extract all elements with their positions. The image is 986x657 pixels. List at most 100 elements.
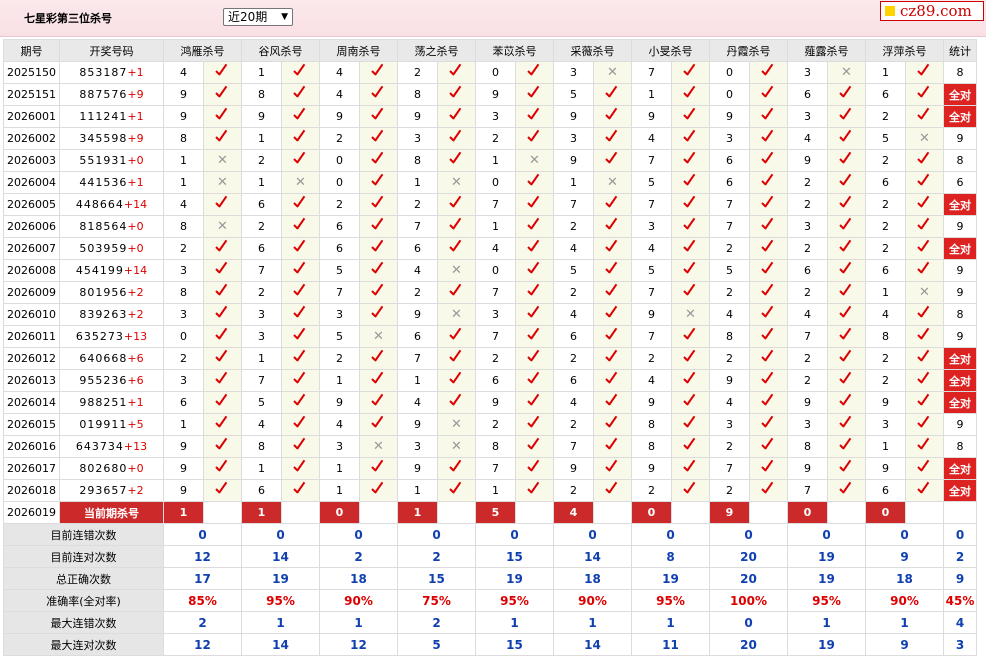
all-correct-badge: 全对 [943, 347, 977, 370]
check-icon [216, 484, 230, 494]
summary-value: 15 [475, 545, 554, 568]
result-cell [905, 193, 944, 216]
stat-cell: 6 [943, 171, 977, 194]
check-icon [528, 220, 542, 230]
kill-number-cell: 8 [631, 435, 672, 458]
result-cell [905, 105, 944, 128]
result-cell [905, 237, 944, 260]
kill-number-cell: 6 [865, 171, 906, 194]
summary-value: 95% [475, 589, 554, 612]
result-cell [905, 413, 944, 436]
result-cell [359, 347, 398, 370]
draw-number-cell: 635273+13 [59, 325, 164, 348]
summary-value: 12 [163, 633, 242, 656]
result-cell [593, 369, 632, 392]
kill-number-cell: 9 [163, 105, 204, 128]
kill-number-cell: 6 [397, 325, 438, 348]
result-cell [827, 83, 866, 106]
result-cell [359, 259, 398, 282]
result-cell [437, 347, 476, 370]
kill-number-cell: 9 [319, 391, 360, 414]
result-cell: ✕ [359, 435, 398, 458]
column-header: 谷风杀号 [241, 39, 320, 62]
check-icon [216, 352, 230, 362]
all-correct-badge: 全对 [943, 193, 977, 216]
current-kill-number: 1 [163, 501, 204, 524]
cross-icon: ✕ [451, 175, 462, 190]
result-cell [827, 193, 866, 216]
result-cell [281, 281, 320, 304]
summary-value: 19 [475, 567, 554, 590]
check-icon [684, 220, 698, 230]
check-icon [294, 308, 308, 318]
draw-delta: +2 [127, 308, 144, 321]
kill-number-cell: 5 [553, 259, 594, 282]
kill-number-cell: 3 [163, 369, 204, 392]
check-icon [840, 242, 854, 252]
kill-number-cell: 9 [553, 105, 594, 128]
period-cell: 2026007 [3, 237, 60, 260]
kill-number-cell: 0 [163, 325, 204, 348]
result-cell: ✕ [437, 259, 476, 282]
result-cell [203, 61, 242, 84]
check-icon [840, 396, 854, 406]
column-header: 丹霞杀号 [709, 39, 788, 62]
kill-number-cell: 9 [163, 83, 204, 106]
result-cell [359, 413, 398, 436]
check-icon [918, 418, 932, 428]
check-icon [840, 176, 854, 186]
check-icon [684, 484, 698, 494]
draw-digits: 853187 [79, 66, 128, 79]
check-icon [216, 264, 230, 274]
check-icon [216, 132, 230, 142]
result-cell [437, 149, 476, 172]
all-correct-badge: 全对 [943, 105, 977, 128]
period-range-select[interactable]: 近20期 ▼ [223, 8, 293, 26]
period-cell: 2026018 [3, 479, 60, 502]
empty-cell [905, 501, 944, 524]
logo-square-icon [885, 6, 895, 16]
site-logo[interactable]: cz89.com [880, 1, 984, 21]
kill-number-cell: 9 [163, 479, 204, 502]
summary-value: 0 [709, 523, 788, 546]
kill-number-cell: 4 [163, 193, 204, 216]
kill-number-cell: 3 [553, 127, 594, 150]
empty-cell [281, 501, 320, 524]
table-row: 2026009 801956+2 8 2 7 2 7 2 7 2 2 1 ✕ 9 [3, 281, 977, 304]
kill-number-cell: 8 [787, 435, 828, 458]
kill-number-cell: 7 [709, 457, 750, 480]
kill-number-cell: 8 [163, 127, 204, 150]
result-cell [359, 281, 398, 304]
kill-number-cell: 4 [319, 83, 360, 106]
period-cell: 2026013 [3, 369, 60, 392]
result-cell [671, 435, 710, 458]
check-icon [606, 220, 620, 230]
kill-number-cell: 7 [319, 281, 360, 304]
kill-number-cell: 5 [553, 83, 594, 106]
check-icon [606, 88, 620, 98]
result-cell [827, 127, 866, 150]
kill-number-cell: 5 [241, 391, 282, 414]
check-icon [528, 132, 542, 142]
result-cell [359, 105, 398, 128]
kill-number-cell: 4 [865, 303, 906, 326]
check-icon [450, 220, 464, 230]
empty-cell [203, 501, 242, 524]
kill-number-cell: 7 [631, 281, 672, 304]
check-icon [840, 418, 854, 428]
result-cell [827, 391, 866, 414]
kill-number-cell: 3 [553, 61, 594, 84]
check-icon [372, 286, 386, 296]
check-icon [840, 264, 854, 274]
draw-digits: 988251 [79, 396, 128, 409]
check-icon [606, 418, 620, 428]
check-icon [294, 484, 308, 494]
summary-value: 20 [709, 545, 788, 568]
result-cell [203, 479, 242, 502]
result-cell [827, 347, 866, 370]
chevron-down-icon: ▼ [281, 12, 288, 22]
check-icon [762, 352, 776, 362]
all-correct-badge: 全对 [943, 479, 977, 502]
table-row: 2026015 019911+5 1 4 4 9 ✕ 2 2 8 3 3 3 9 [3, 413, 977, 436]
summary-value: 9 [865, 633, 944, 656]
